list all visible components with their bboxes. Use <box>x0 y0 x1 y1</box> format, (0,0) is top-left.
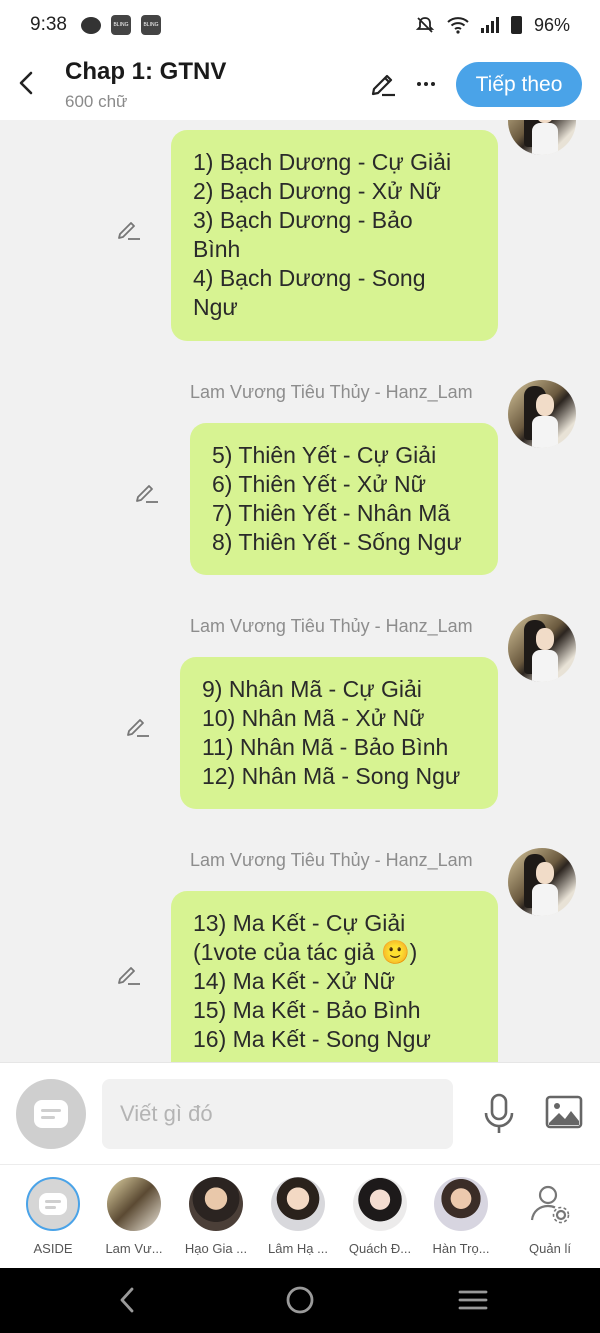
message-bubble[interactable]: 5) Thiên Yết - Cự Giải 6) Thiên Yết - Xử… <box>190 423 498 575</box>
avatar[interactable] <box>508 848 576 916</box>
avatar <box>189 1177 243 1231</box>
message-line: (1vote của tác giả 🙂) <box>193 939 418 965</box>
status-bar: 9:38 BLING BLING 96% <box>0 0 600 50</box>
message-line: Bình <box>193 236 241 262</box>
avatar[interactable] <box>508 380 576 448</box>
image-icon[interactable] <box>545 1095 583 1129</box>
character-item[interactable]: Lam Vư... <box>93 1177 175 1256</box>
nav-back-icon <box>120 1287 134 1313</box>
message-line: 12) Nhân Mã - Song Ngư <box>202 763 461 789</box>
character-label: Hàn Trọ... <box>432 1241 490 1256</box>
edit-message-icon[interactable] <box>125 712 151 738</box>
nav-recents-icon <box>458 1290 488 1310</box>
message-line: 4) Bạch Dương - Song <box>193 265 426 291</box>
avatar <box>434 1177 488 1231</box>
character-item[interactable]: Hạo Gia ... <box>175 1177 257 1256</box>
character-label: Quách Đ... <box>348 1241 412 1256</box>
message-line: 8) Thiên Yết - Sống Ngư <box>212 529 462 555</box>
battery-icon <box>510 16 522 34</box>
avatar <box>107 1177 161 1231</box>
message-line: 11) Nhân Mã - Bảo Bình <box>202 734 449 760</box>
message-notification-icon <box>80 16 101 34</box>
edit-message-icon[interactable] <box>134 478 160 504</box>
next-button[interactable]: Tiếp theo <box>456 62 582 107</box>
message-line: Ngư <box>193 294 238 320</box>
edit-message-icon[interactable] <box>116 215 142 241</box>
message-line: 9) Nhân Mã - Cự Giải <box>202 676 422 702</box>
message-bubble[interactable]: 1) Bạch Dương - Cự Giải 2) Bạch Dương - … <box>171 130 498 341</box>
nav-recents-button[interactable] <box>453 1282 493 1318</box>
signal-icon <box>480 17 499 33</box>
avatar <box>271 1177 325 1231</box>
character-bar: ASIDE Lam Vư... Hạo Gia ... Lâm Hạ ... Q… <box>0 1164 600 1268</box>
word-count: 600 chữ <box>65 92 128 111</box>
back-button[interactable] <box>12 66 40 100</box>
aside-button[interactable] <box>16 1079 86 1149</box>
message-line: 5) Thiên Yết - Cự Giải <box>212 442 437 468</box>
message-line: 1) Bạch Dương - Cự Giải <box>193 149 452 175</box>
nav-home-button[interactable] <box>280 1282 320 1318</box>
edit-message-icon[interactable] <box>116 960 142 986</box>
composer-bar <box>0 1062 600 1164</box>
message-line: 10) Nhân Mã - Xử Nữ <box>202 705 425 731</box>
chat-area[interactable]: 1) Bạch Dương - Cự Giải 2) Bạch Dương - … <box>0 120 600 1062</box>
message-line: 16) Ma Kết - Song Ngư <box>193 1026 431 1052</box>
mute-icon <box>415 17 435 33</box>
microphone-icon[interactable] <box>482 1093 516 1135</box>
chevron-left-icon <box>19 71 33 95</box>
aside-icon <box>34 1100 68 1128</box>
avatar[interactable] <box>508 120 576 155</box>
message-line: 2) Bạch Dương - Xử Nữ <box>193 178 441 204</box>
system-nav-bar <box>0 1268 600 1333</box>
character-item[interactable]: Hàn Trọ... <box>420 1177 502 1256</box>
character-item[interactable]: Quách Đ... <box>339 1177 421 1256</box>
nav-home-icon <box>286 1286 314 1314</box>
message-line: 13) Ma Kết - Cự Giải <box>193 910 406 936</box>
sender-name: Lam Vương Tiêu Thủy - Hanz_Lam <box>190 850 473 870</box>
message-bubble[interactable]: 13) Ma Kết - Cự Giải (1vote của tác giả … <box>171 891 498 1062</box>
message-line: 3) Bạch Dương - Bảo <box>193 207 413 233</box>
more-options-button[interactable] <box>413 68 439 100</box>
message-line: 6) Thiên Yết - Xử Nữ <box>212 471 427 497</box>
avatar <box>353 1177 407 1231</box>
aside-avatar <box>26 1177 80 1231</box>
manage-characters-button[interactable]: Quản lí <box>509 1177 591 1256</box>
app-notification-icon-2: BLING <box>140 15 161 35</box>
character-label: ASIDE <box>33 1241 73 1256</box>
pencil-icon <box>371 74 395 97</box>
character-label: Lâm Hạ ... <box>268 1241 328 1256</box>
character-aside[interactable]: ASIDE <box>12 1177 94 1256</box>
header: Chap 1: GTNV 600 chữ Tiếp theo <box>0 50 600 120</box>
battery-level: 96% <box>533 14 570 35</box>
avatar[interactable] <box>508 614 576 682</box>
user-settings-icon <box>530 1185 570 1224</box>
page-title: Chap 1: GTNV <box>65 58 227 85</box>
edit-button[interactable] <box>368 68 400 100</box>
wifi-icon <box>447 17 469 34</box>
sender-name: Lam Vương Tiêu Thủy - Hanz_Lam <box>190 382 473 402</box>
message-line: 7) Thiên Yết - Nhân Mã <box>212 500 451 526</box>
character-label: Lam Vư... <box>105 1241 163 1256</box>
nav-back-button[interactable] <box>107 1282 147 1318</box>
message-line: 14) Ma Kết - Xử Nữ <box>193 968 396 994</box>
character-label: Quản lí <box>529 1241 571 1256</box>
app-notification-icon: BLING <box>110 15 131 35</box>
message-line: 15) Ma Kết - Bảo Bình <box>193 997 421 1023</box>
manage-icon-wrap <box>523 1177 577 1231</box>
message-bubble[interactable]: 9) Nhân Mã - Cự Giải 10) Nhân Mã - Xử Nữ… <box>180 657 498 809</box>
character-item[interactable]: Lâm Hạ ... <box>257 1177 339 1256</box>
message-input[interactable] <box>102 1079 453 1149</box>
character-label: Hạo Gia ... <box>184 1241 248 1256</box>
sender-name: Lam Vương Tiêu Thủy - Hanz_Lam <box>190 616 473 636</box>
status-time: 9:38 <box>30 14 67 35</box>
